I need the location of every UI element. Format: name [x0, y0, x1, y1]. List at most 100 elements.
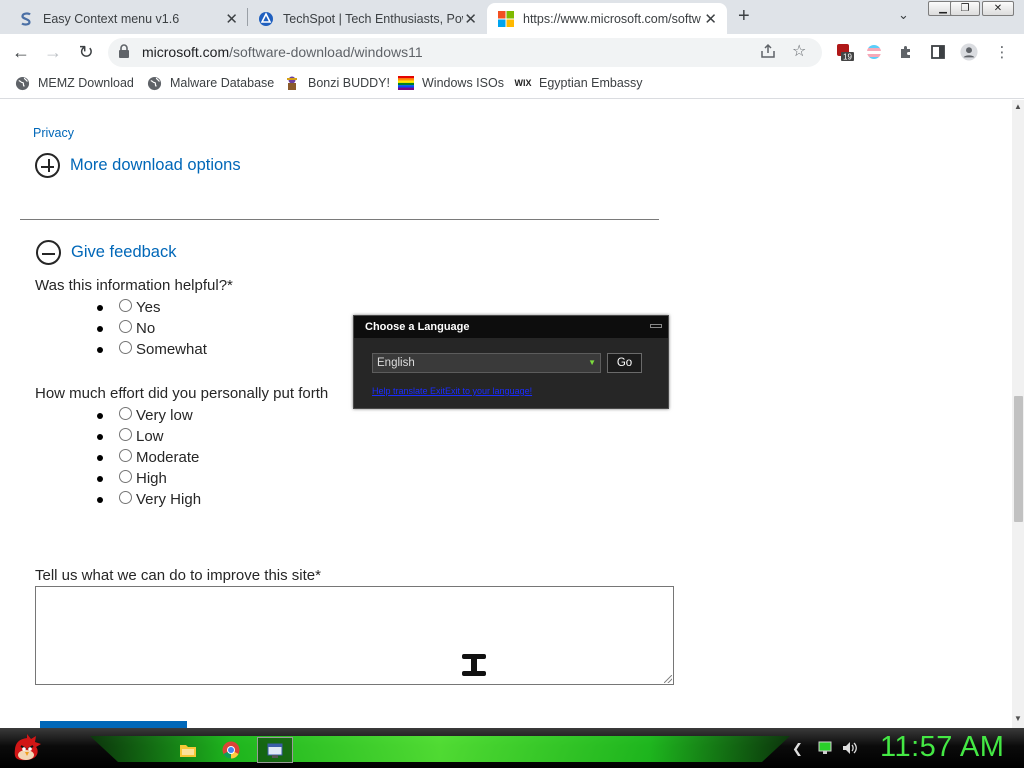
folder-icon — [180, 745, 196, 757]
s-letter-icon — [18, 11, 34, 27]
feedback-textarea[interactable] — [35, 586, 674, 685]
techspot-icon — [258, 11, 274, 27]
kebab-menu-icon[interactable]: ⋮ — [993, 43, 1011, 61]
scroll-up-icon[interactable]: ▲ — [1014, 102, 1022, 111]
forward-arrow-icon[interactable]: → — [41, 40, 65, 64]
dialog-title-bar: Choose a Language — [354, 316, 668, 338]
taskbar-active-app[interactable] — [257, 737, 293, 763]
give-feedback-toggle[interactable]: Give feedback — [36, 240, 176, 265]
option-yes[interactable]: Yes — [97, 297, 160, 318]
option-very-high[interactable]: Very High — [97, 489, 201, 510]
network-icon[interactable] — [818, 741, 832, 757]
bookmark-windows-isos[interactable]: Windows ISOs — [398, 75, 504, 91]
extension-badge-icon[interactable]: 19 — [836, 43, 854, 61]
radio-button[interactable] — [119, 407, 132, 420]
option-very-low[interactable]: Very low — [97, 405, 193, 426]
more-download-options-toggle[interactable]: More download options — [35, 153, 241, 178]
tray-chevron-icon[interactable]: ❮ — [792, 741, 803, 757]
close-window-button[interactable]: ✕ — [982, 1, 1014, 16]
tab-microsoft[interactable]: https://www.microsoft.com/softw ✕ — [487, 3, 727, 34]
option-low[interactable]: Low — [97, 426, 164, 447]
new-tab-button[interactable]: + — [738, 5, 750, 28]
radio-button[interactable] — [119, 449, 132, 462]
bullet — [97, 475, 103, 482]
option-high[interactable]: High — [97, 468, 167, 489]
give-feedback-label: Give feedback — [71, 243, 177, 261]
option-somewhat[interactable]: Somewhat — [97, 339, 207, 360]
taskbar-file-explorer[interactable] — [170, 737, 206, 763]
option-moderate[interactable]: Moderate — [97, 447, 199, 468]
side-panel-icon[interactable] — [929, 43, 947, 61]
bookmark-label: Bonzi BUDDY! — [308, 76, 390, 90]
language-select[interactable]: English ▼ — [372, 353, 601, 373]
chrome-icon — [222, 741, 240, 759]
page-scrollbar[interactable]: ▲ ▼ — [1012, 100, 1024, 728]
bookmark-egyptian-embassy[interactable]: WIX Egyptian Embassy — [515, 75, 643, 91]
tab-easy-context-menu[interactable]: Easy Context menu v1.6 ✕ — [0, 3, 248, 34]
share-icon[interactable] — [760, 43, 776, 64]
start-angry-bird-icon[interactable] — [8, 729, 46, 767]
scroll-down-icon[interactable]: ▼ — [1014, 714, 1022, 723]
tab-techspot[interactable]: TechSpot | Tech Enthusiasts, Pow ✕ — [248, 3, 487, 34]
back-arrow-icon[interactable]: ← — [9, 40, 33, 64]
taskbar: ❮ 11:57 AM — [0, 728, 1024, 768]
tab-search-chevron-icon[interactable]: ⌄ — [898, 7, 909, 23]
close-tab-icon[interactable]: ✕ — [225, 10, 238, 28]
bullet — [97, 496, 103, 503]
submit-button[interactable] — [40, 721, 187, 728]
radio-button[interactable] — [119, 320, 132, 333]
tab-title: Easy Context menu v1.6 — [43, 11, 180, 26]
profile-avatar-icon[interactable] — [960, 43, 978, 61]
selected-language: English — [377, 357, 415, 369]
section-divider — [20, 219, 659, 220]
bookmark-memz-download[interactable]: MEMZ Download — [14, 75, 134, 91]
close-tab-icon[interactable]: ✕ — [704, 10, 717, 28]
page-content: Privacy More download options Give feedb… — [0, 100, 1012, 728]
bullet — [97, 346, 103, 353]
radio-button[interactable] — [119, 299, 132, 312]
bookmark-bonzi-buddy[interactable]: Bonzi BUDDY! — [284, 75, 390, 91]
option-label: Moderate — [136, 449, 200, 466]
bookmark-label: Malware Database — [170, 76, 275, 90]
tab-title: TechSpot | Tech Enthusiasts, Pow — [283, 11, 463, 26]
bullet — [97, 454, 103, 461]
option-label: Somewhat — [136, 341, 207, 358]
globe-icon — [14, 75, 30, 91]
bookmark-label: Windows ISOs — [422, 76, 504, 90]
tab-strip: Easy Context menu v1.6 ✕ TechSpot | Tech… — [0, 0, 1024, 34]
taskbar-chrome[interactable] — [213, 737, 249, 763]
close-tab-icon[interactable]: ✕ — [464, 10, 477, 28]
puzzle-extensions-icon[interactable] — [897, 43, 915, 61]
bookmark-malware-database[interactable]: Malware Database — [146, 75, 274, 91]
restore-button[interactable]: ❐ — [950, 1, 980, 16]
option-label: High — [136, 470, 167, 487]
radio-button[interactable] — [119, 470, 132, 483]
dropdown-arrow-icon: ▼ — [588, 358, 596, 367]
option-label: Very low — [136, 407, 193, 424]
radio-button[interactable] — [119, 341, 132, 354]
reload-icon[interactable]: ↻ — [74, 40, 98, 64]
microsoft-logo-icon — [498, 10, 514, 27]
tab-title: https://www.microsoft.com/softw — [523, 11, 701, 26]
minus-circle-icon — [36, 240, 61, 265]
svg-text:19: 19 — [843, 53, 852, 62]
trans-flag-extension-icon[interactable] — [865, 43, 883, 61]
bookmark-star-icon[interactable]: ☆ — [792, 41, 806, 61]
more-download-options-label: More download options — [70, 156, 241, 174]
resize-grip-icon[interactable] — [664, 675, 672, 683]
taskbar-clock[interactable]: 11:57 AM — [880, 731, 1004, 764]
help-translate-link[interactable]: Help translate ExitExit to your language… — [372, 386, 532, 396]
option-no[interactable]: No — [97, 318, 155, 339]
scrollbar-thumb[interactable] — [1014, 396, 1023, 522]
dialog-minimize-button[interactable] — [650, 324, 662, 328]
question-helpful: Was this information helpful?* — [35, 277, 233, 294]
lock-icon[interactable] — [118, 44, 130, 64]
radio-button[interactable] — [119, 428, 132, 441]
volume-icon[interactable] — [842, 741, 858, 758]
address-bar[interactable]: microsoft.com/software-download/windows1… — [108, 38, 822, 67]
radio-button[interactable] — [119, 491, 132, 504]
bullet — [97, 304, 103, 311]
privacy-link[interactable]: Privacy — [33, 126, 74, 140]
bookmarks-bar: MEMZ Download Malware Database Bonzi BUD… — [0, 70, 1024, 99]
go-button[interactable]: Go — [607, 353, 642, 373]
